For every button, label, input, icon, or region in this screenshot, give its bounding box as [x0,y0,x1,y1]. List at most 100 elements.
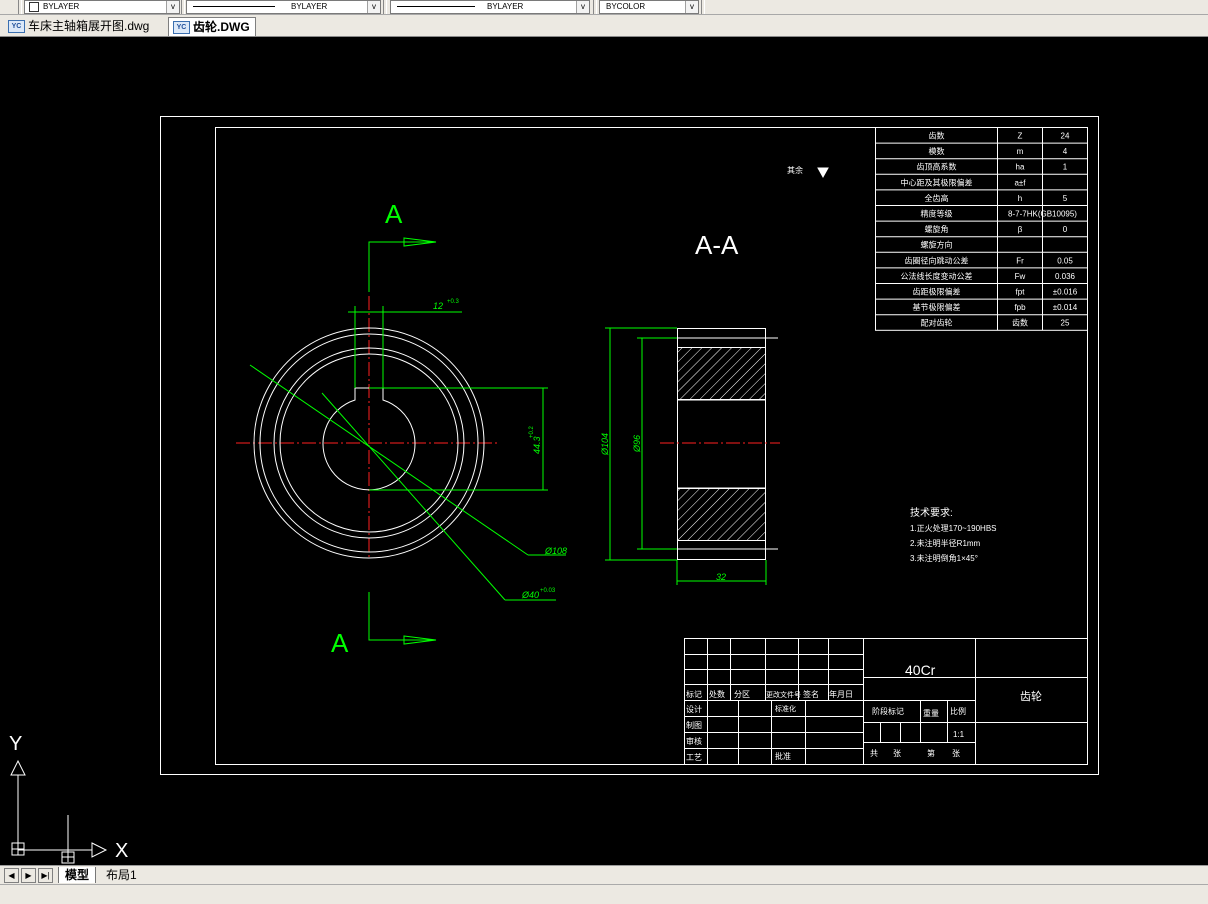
color-swatch-icon [29,2,39,12]
outer-dia-leader [249,364,529,556]
outer-dia-value: Ø108 [544,546,567,556]
plotstyle-combo-value: BYCOLOR [606,2,646,11]
header-change-doc: 更改文件号 [766,690,801,699]
bore-dia-value: Ø40 [521,590,539,600]
scale-value: 1:1 [953,730,965,739]
param-symbol: a±f [1014,178,1026,187]
properties-toolbar: BYLAYER v BYLAYER v BYLAYER v BYCOLOR v [0,0,1208,15]
color-combo[interactable]: BYLAYER v [24,0,180,14]
keyway-width-tolerance: +0.3 [447,299,460,305]
file-tab-strip: YC 车床主轴箱展开图.dwg YC 齿轮.DWG [0,15,1208,37]
first-layout-button[interactable]: ◀ [4,868,19,883]
param-name: 精度等级 [921,209,953,219]
param-value: 5 [1063,194,1068,203]
toolbar-separator [701,0,705,14]
file-tab-spindle-box[interactable]: YC 车床主轴箱展开图.dwg [4,17,164,35]
standardize-label: 标准化 [775,704,796,713]
plotstyle-combo[interactable]: BYCOLOR v [599,0,699,14]
param-name: 螺旋角 [925,224,949,234]
header-zone: 分区 [734,690,750,699]
dwg-file-icon: YC [8,20,25,33]
param-value: 25 [1061,319,1070,328]
next-layout-button[interactable]: ▶ [21,868,36,883]
lineweight-combo-value: BYLAYER [487,2,524,11]
param-value: 0.05 [1057,256,1073,265]
param-symbol: 齿数 [1012,318,1028,328]
linetype-combo[interactable]: BYLAYER v [186,0,381,14]
param-symbol: Fw [1015,272,1026,281]
tech-req-item: 1.正火处理170~190HBS [910,523,997,533]
param-symbol: β [1018,225,1023,234]
ucs-icon [10,759,108,864]
toolbar-separator [18,0,22,14]
tech-req-title: 技术要求: [910,506,953,519]
tab-model[interactable]: 模型 [58,867,97,883]
section-title: A-A [695,230,739,260]
header-count: 处数 [709,689,725,699]
toolbar-separator [383,0,387,14]
param-symbol: ha [1016,163,1025,172]
param-name: 全齿高 [925,193,949,203]
param-name: 基节极限偏差 [913,302,961,312]
inner-frame [215,127,1088,765]
section-line-top [368,241,436,292]
approve-label: 批准 [775,751,791,761]
tab-layout1-label: 布局1 [106,868,137,882]
part-name-label: 齿轮 [1020,689,1042,703]
param-name: 公法线长度变动公差 [901,271,973,281]
param-symbol: h [1018,194,1022,203]
tab-layout1[interactable]: 布局1 [100,867,143,883]
toolbar-separator [181,0,185,14]
param-symbol: fpb [1014,303,1026,312]
param-symbol: 8-7-7HK(GB10095) [1008,210,1077,219]
param-symbol: fpt [1016,288,1026,297]
side-hub-dia-value: Ø96 [632,435,642,453]
param-value: 24 [1061,132,1070,141]
section-mark-bottom: A [331,628,349,658]
param-name: 齿圈径向跳动公差 [905,255,969,265]
keyway-width-value: 12 [433,301,443,311]
row-drafting: 制图 [686,720,702,730]
color-combo-value: BYLAYER [43,2,80,11]
header-signature: 签名 [803,689,819,699]
last-layout-button[interactable]: ▶| [38,868,53,883]
dwg-file-icon: YC [173,21,190,34]
param-value: ±0.014 [1053,303,1078,312]
row-review: 审核 [686,736,702,746]
section-mark-top: A [385,199,403,229]
scale-label: 比例 [950,706,966,716]
sheet-unit-label: 张 [952,749,960,758]
tech-req-item: 3.未注明倒角1×45° [910,553,978,563]
face-width-value: 32 [716,572,726,582]
file-tab-gear[interactable]: YC 齿轮.DWG [168,17,256,36]
param-name: 配对齿轮 [921,318,953,328]
section-line-bottom [368,592,436,641]
drawing-canvas[interactable]: A A 12 +0.3 44.3 +0.2 Ø108 Ø40 +0.03 A-A… [0,37,1208,865]
param-symbol: m [1017,147,1024,156]
param-name: 中心距及其极限偏差 [901,177,973,187]
file-tab-label: 齿轮.DWG [193,20,250,34]
param-name: 模数 [929,146,945,156]
bore-dia-leader [321,392,506,601]
chevron-down-icon[interactable]: v [576,1,589,13]
chevron-down-icon[interactable]: v [166,1,179,13]
chevron-down-icon[interactable]: v [685,1,698,13]
param-symbol: Z [1018,132,1023,141]
linetype-combo-value: BYLAYER [291,2,328,11]
tab-model-label: 模型 [65,868,90,882]
keyway-depth-tolerance: +0.2 [529,425,535,438]
param-value: 0.036 [1055,272,1076,281]
drawing-svg: A A 12 +0.3 44.3 +0.2 Ø108 Ø40 +0.03 A-A… [9,116,1099,864]
lineweight-preview [397,6,475,7]
lineweight-combo[interactable]: BYLAYER v [390,0,590,14]
side-outer-dia-value: Ø104 [600,433,610,456]
param-name: 齿顶高系数 [917,162,957,172]
remainder-label: 其余 [787,165,803,175]
header-mark: 标记 [686,689,702,699]
linetype-preview [193,6,275,7]
material-label: 40Cr [905,662,936,678]
chevron-down-icon[interactable]: v [367,1,380,13]
weight-label: 重量 [923,708,939,718]
layout-tab-strip: ◀ ▶ ▶| 模型 布局1 [0,865,1208,884]
gear-parameter-table: 齿数 Z 24 模数 m 4 齿顶高系数 ha 1 中心距及其极限偏差 a±f 全齿高 h 5 精度等级 8-… [875,127,1088,331]
